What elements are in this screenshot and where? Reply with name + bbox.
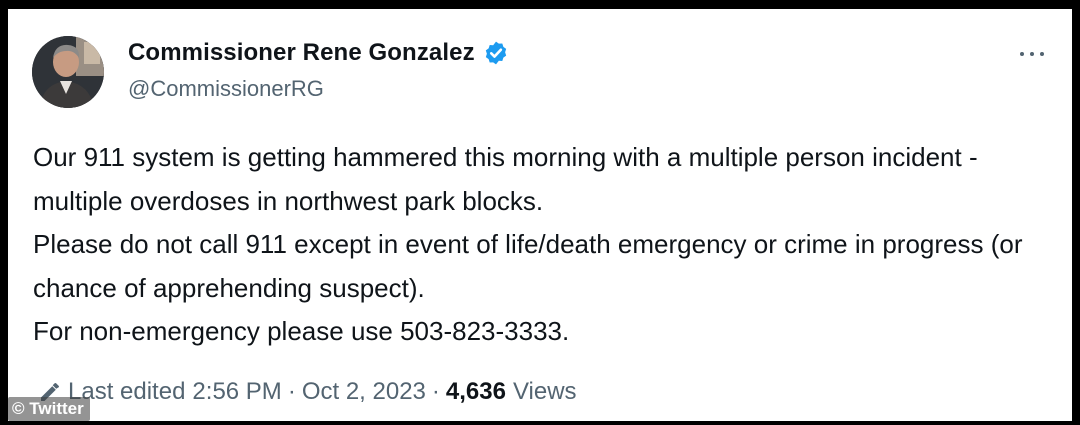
tweet-text-line: Please do not call 911 except in event o… — [33, 229, 1023, 303]
meta-separator: · — [431, 378, 440, 405]
tweet-card: Commissioner Rene Gonzalez @Commissioner… — [8, 9, 1072, 421]
meta-separator: · — [287, 378, 296, 405]
views-label: Views — [512, 378, 577, 405]
verified-badge-icon — [485, 41, 506, 65]
more-dot-icon — [1020, 52, 1024, 56]
tweet-text-line: Our 911 system is getting hammered this … — [33, 142, 978, 216]
avatar-photo-icon — [32, 36, 104, 108]
more-options-button[interactable] — [1014, 39, 1050, 69]
author-handle[interactable]: @CommissionerRG — [128, 76, 324, 102]
more-dot-icon — [1040, 52, 1044, 56]
avatar[interactable] — [32, 36, 104, 108]
author-display-name[interactable]: Commissioner Rene Gonzalez — [128, 39, 475, 67]
more-dot-icon — [1030, 52, 1034, 56]
author-name-row: Commissioner Rene Gonzalez — [128, 39, 509, 67]
views-count: 4,636 — [445, 378, 506, 405]
tweet-time[interactable]: 2:56 PM — [192, 378, 281, 406]
tweet-meta: Last edited 2:56 PM · Oct 2, 2023 · 4,63… — [38, 378, 577, 406]
tweet-date[interactable]: Oct 2, 2023 — [302, 378, 426, 406]
tweet-text: Our 911 system is getting hammered this … — [33, 136, 1053, 354]
tweet-text-line: For non-emergency please use 503-823-333… — [33, 316, 570, 346]
twitter-watermark: © Twitter — [8, 397, 90, 421]
